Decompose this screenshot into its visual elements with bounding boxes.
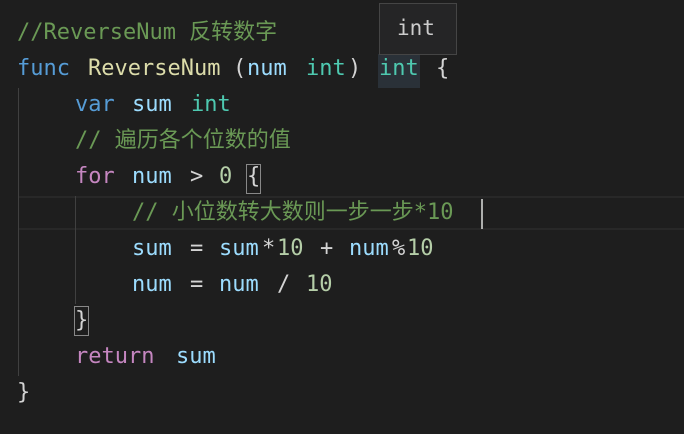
open-brace: { bbox=[436, 56, 450, 81]
variable-type: int bbox=[191, 92, 231, 117]
code-line-2[interactable]: func ReverseNum ( num int ) int { bbox=[0, 51, 684, 87]
var-keyword: var bbox=[75, 92, 115, 117]
modulo-operator: % bbox=[392, 236, 406, 261]
open-paren: ( bbox=[233, 56, 247, 81]
code-line-3[interactable]: var sum int bbox=[0, 87, 684, 123]
number-literal: 0 bbox=[219, 164, 233, 189]
plus-operator: + bbox=[320, 236, 334, 261]
code-line-4[interactable]: // 遍历各个位数的值 bbox=[0, 123, 684, 159]
code-line-10[interactable]: return sum bbox=[0, 339, 684, 375]
code-line-11[interactable]: } bbox=[0, 375, 684, 411]
variable-ref: num bbox=[349, 236, 389, 261]
code-editor[interactable]: //ReverseNum 反转数字 func ReverseNum ( num … bbox=[0, 0, 684, 434]
open-brace: { bbox=[247, 164, 261, 189]
code-line-8[interactable]: num = num / 10 bbox=[0, 267, 684, 303]
hover-tooltip: int bbox=[379, 3, 457, 55]
close-brace: } bbox=[75, 308, 89, 333]
for-keyword: for bbox=[75, 164, 115, 189]
assign-target: sum bbox=[132, 236, 172, 261]
close-brace: } bbox=[17, 380, 31, 405]
variable-ref: sum bbox=[219, 236, 259, 261]
comment: // 小位数转大数则一步一步*10 bbox=[132, 200, 454, 225]
return-keyword: return bbox=[75, 344, 155, 369]
code-line-9[interactable]: } bbox=[0, 303, 684, 339]
code-line-5[interactable]: for num > 0 { bbox=[0, 159, 684, 195]
text-cursor bbox=[481, 199, 483, 229]
comment: //ReverseNum 反转数字 bbox=[17, 20, 278, 45]
number-literal: 10 bbox=[407, 236, 434, 261]
multiply-operator: * bbox=[262, 236, 276, 261]
param-name: num bbox=[247, 56, 287, 81]
func-keyword: func bbox=[17, 56, 70, 81]
return-value: sum bbox=[176, 344, 216, 369]
param-type: int bbox=[306, 56, 346, 81]
operator: > bbox=[190, 164, 204, 189]
code-line-1[interactable]: //ReverseNum 反转数字 bbox=[0, 15, 684, 51]
assign-target: num bbox=[132, 272, 172, 297]
code-line-6[interactable]: // 小位数转大数则一步一步*10 bbox=[0, 195, 684, 231]
assign-operator: = bbox=[190, 236, 204, 261]
function-name: ReverseNum bbox=[88, 56, 221, 81]
variable-ref: num bbox=[219, 272, 259, 297]
close-paren: ) bbox=[348, 56, 362, 81]
loop-variable: num bbox=[132, 164, 172, 189]
assign-operator: = bbox=[190, 272, 204, 297]
number-literal: 10 bbox=[277, 236, 304, 261]
number-literal: 10 bbox=[306, 272, 333, 297]
comment: // 遍历各个位数的值 bbox=[75, 128, 291, 153]
variable-name: sum bbox=[132, 92, 172, 117]
divide-operator: / bbox=[277, 272, 291, 297]
return-type: int bbox=[379, 56, 419, 81]
code-line-7[interactable]: sum = sum * 10 + num % 10 bbox=[0, 231, 684, 267]
tooltip-text: int bbox=[397, 16, 435, 40]
